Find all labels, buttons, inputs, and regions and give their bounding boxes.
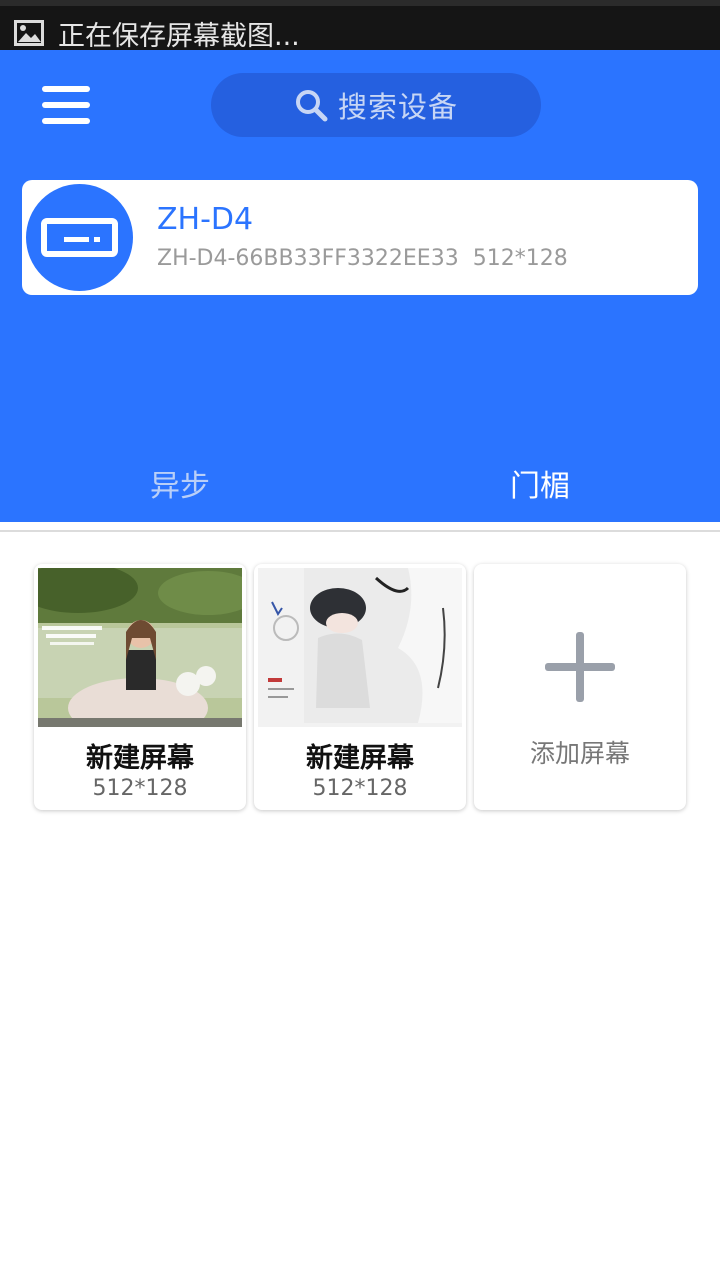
plus-icon (545, 632, 615, 702)
tab-bar: 异步 门楣 (0, 452, 720, 522)
search-icon (295, 90, 328, 122)
screen-resolution: 512*128 (92, 776, 188, 801)
device-info: ZH-D4-66BB33FF3322EE33 512*128 (157, 246, 568, 271)
device-avatar (26, 184, 133, 291)
tab-divider (0, 530, 720, 532)
screen-resolution: 512*128 (312, 776, 408, 801)
notification-text: 正在保存屏幕截图... (58, 21, 300, 50)
hamburger-menu-icon (42, 86, 90, 92)
add-screen-label: 添加屏幕 (529, 739, 630, 768)
photo-thumbnail (258, 568, 462, 727)
search-device-bar[interactable]: 搜索设备 (211, 73, 541, 137)
image-icon (14, 20, 44, 46)
menu-button[interactable] (40, 84, 94, 128)
screen-title: 新建屏幕 (306, 743, 414, 774)
device-resolution: 512*128 (472, 246, 568, 271)
tab-async[interactable]: 异步 (0, 452, 360, 514)
photo-thumbnail (38, 568, 242, 727)
led-display-icon (41, 218, 118, 257)
screen-card[interactable]: 新建屏幕 512*128 (254, 564, 466, 810)
device-card[interactable]: ZH-D4 ZH-D4-66BB33FF3322EE33 512*128 (22, 180, 698, 295)
add-screen-card[interactable]: 添加屏幕 (474, 564, 686, 810)
device-name: ZH-D4 (157, 202, 254, 237)
status-bar: 正在保存屏幕截图... (0, 0, 720, 50)
device-id: ZH-D4-66BB33FF3322EE33 (157, 246, 459, 271)
tab-lintel[interactable]: 门楣 (360, 452, 720, 514)
screen-title: 新建屏幕 (86, 743, 194, 774)
screen-card[interactable]: 新建屏幕 512*128 (34, 564, 246, 810)
status-strip (0, 0, 720, 6)
search-placeholder: 搜索设备 (337, 90, 458, 124)
tab-indicator (360, 522, 720, 530)
